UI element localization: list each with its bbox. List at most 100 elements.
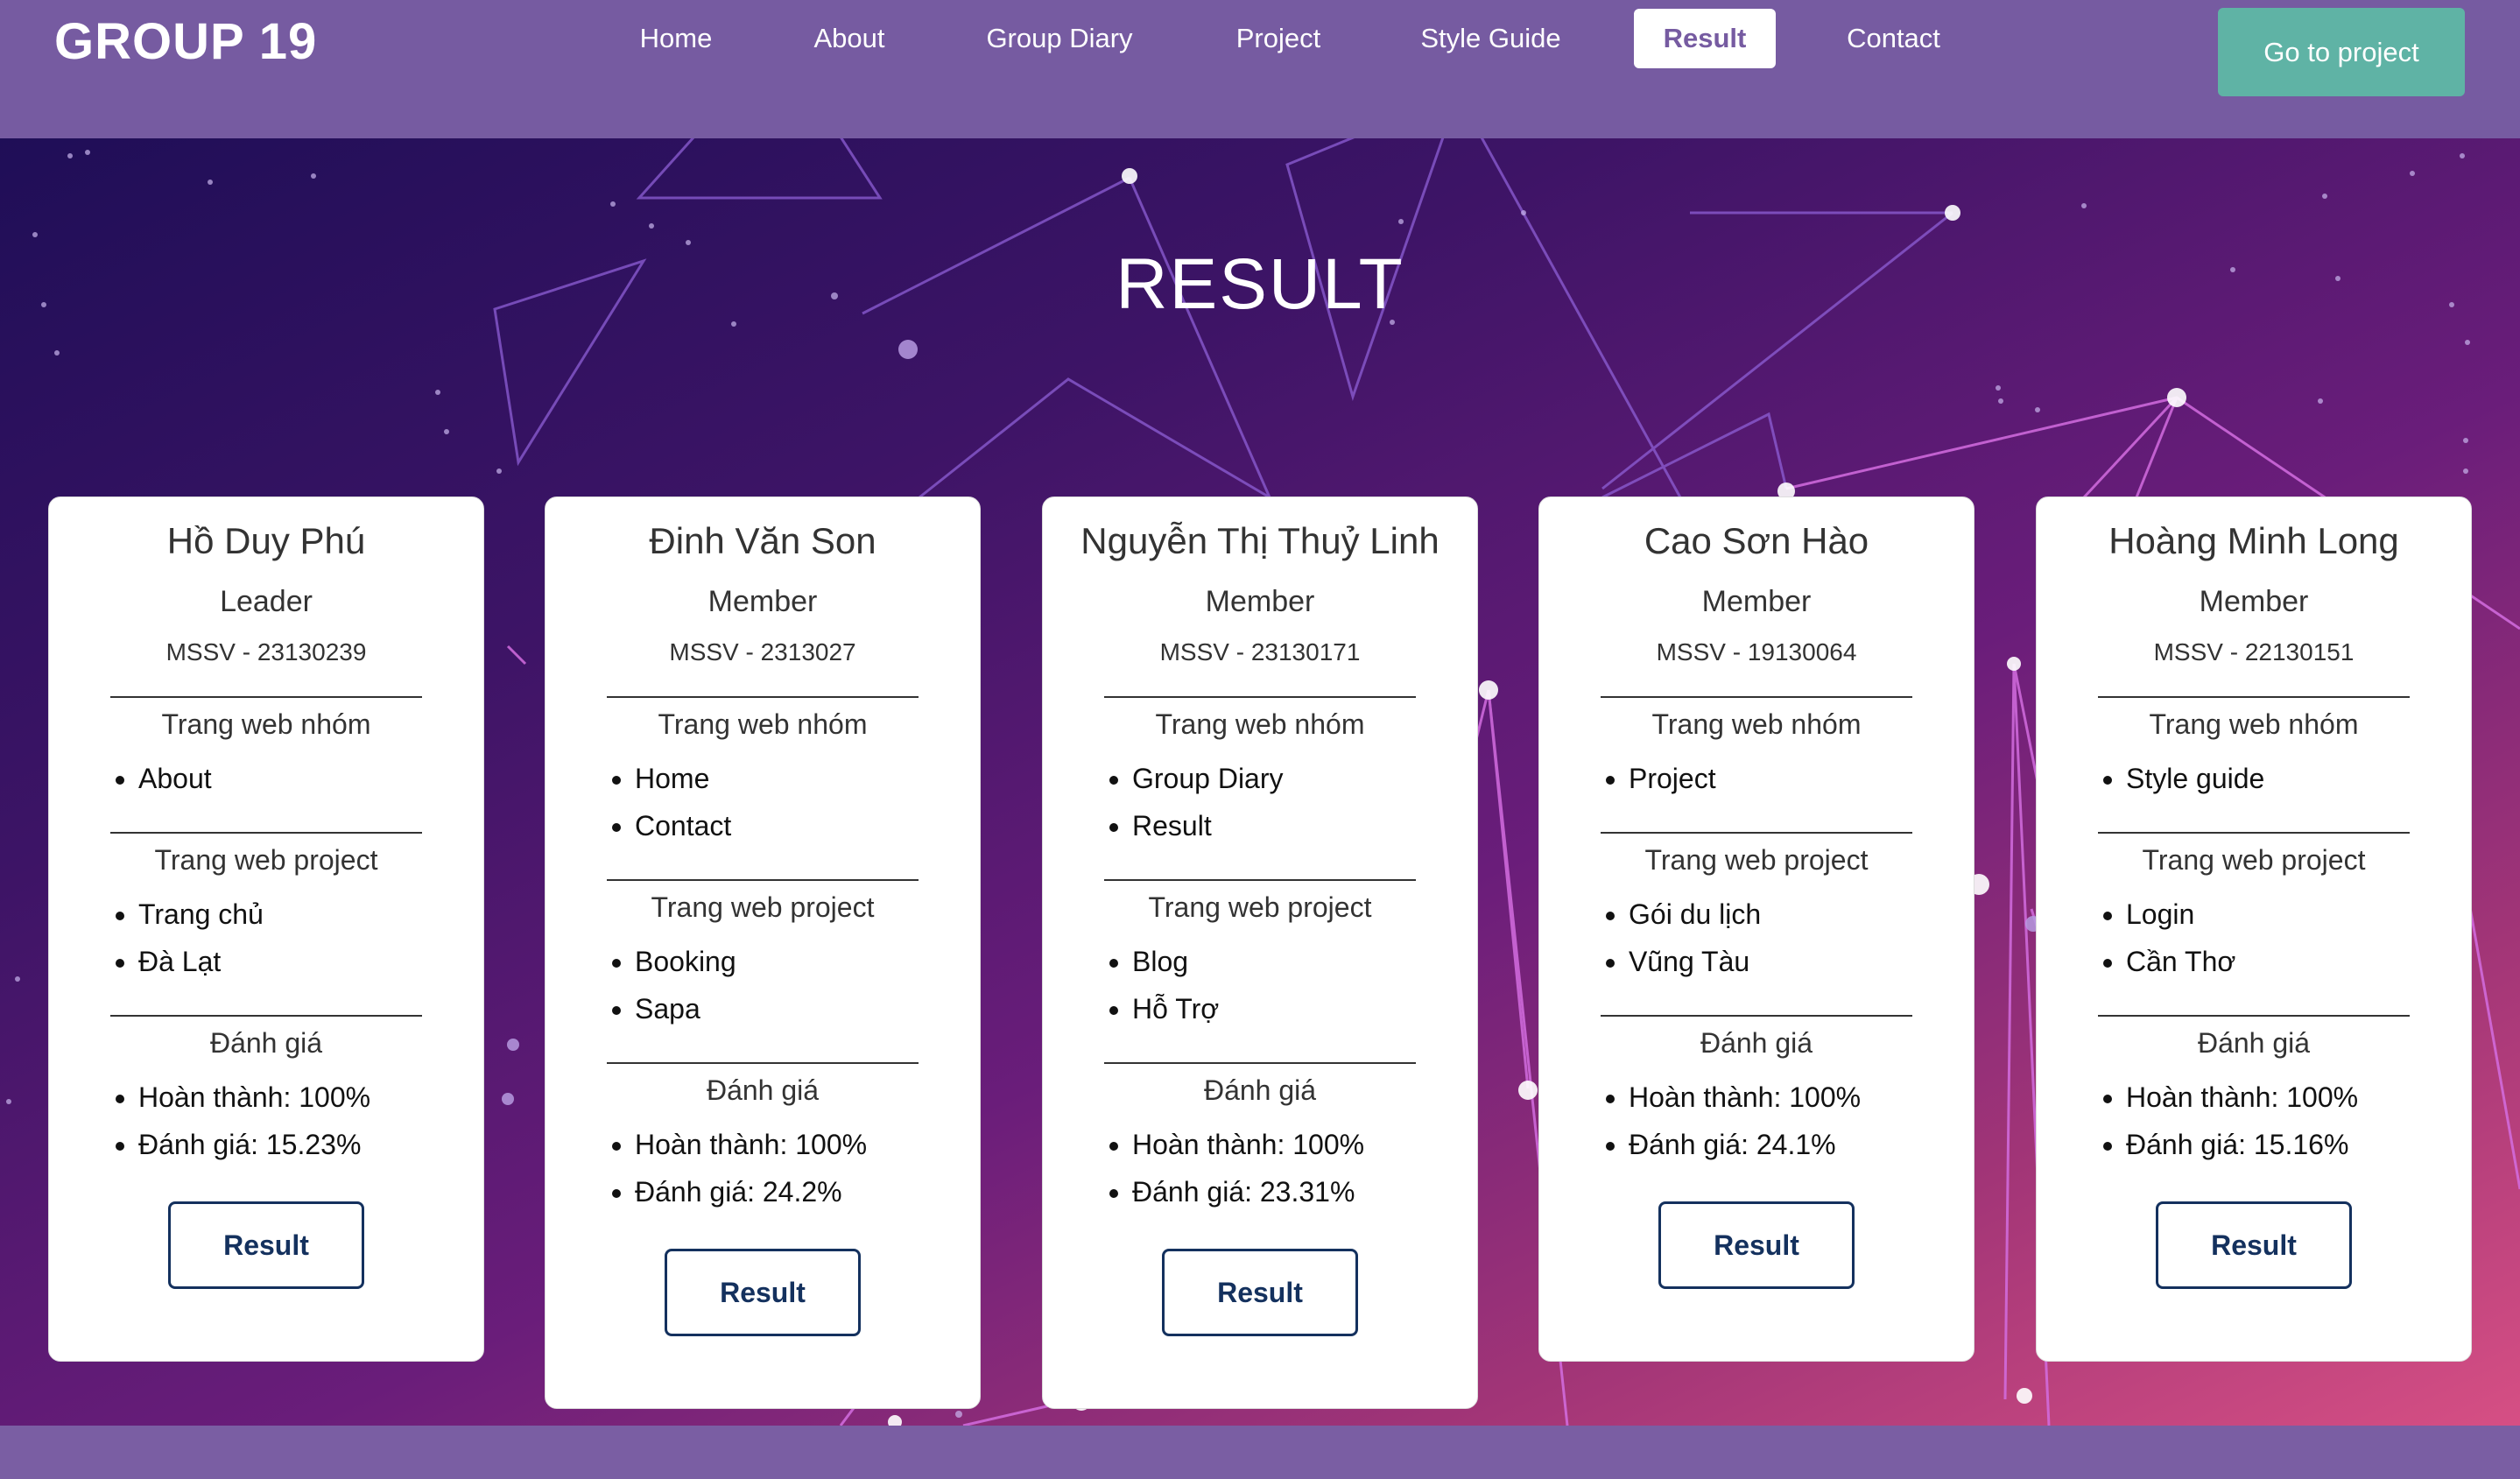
project-pages-list: Trang chủ Đà Lạt: [138, 891, 422, 985]
list-item: Project: [1629, 755, 1912, 802]
member-name: Hoàng Minh Long: [2108, 520, 2399, 561]
member-card: Đinh Văn Son Member MSSV - 2313027 Trang…: [545, 497, 981, 1409]
group-pages-list: Home Contact: [635, 755, 919, 849]
header-bar: GROUP 19 Home About Group Diary Project …: [0, 0, 2520, 138]
button-wrap: Result: [49, 1168, 483, 1361]
result-button[interactable]: Result: [168, 1201, 364, 1289]
divider: [1601, 832, 1912, 834]
list-item: Hoàn thành: 100%: [635, 1121, 919, 1168]
divider: [607, 696, 919, 698]
project-pages-section: Trang web project Booking Sapa: [607, 879, 919, 1032]
go-to-project-button[interactable]: Go to project: [2218, 8, 2465, 96]
group-pages-section: Trang web nhóm Group Diary Result: [1104, 696, 1416, 849]
list-item: Hoàn thành: 100%: [138, 1074, 422, 1121]
list-item: Vũng Tàu: [1629, 938, 1912, 985]
divider: [1104, 696, 1416, 698]
member-mssv: MSSV - 23130171: [1159, 638, 1361, 666]
divider: [1104, 1062, 1416, 1064]
project-pages-section: Trang web project Blog Hỗ Trợ: [1104, 879, 1416, 1032]
evaluation-section: Đánh giá Hoàn thành: 100% Đánh giá: 24.1…: [1601, 1015, 1912, 1168]
list-item: Sapa: [635, 985, 919, 1032]
list-item: Trang chủ: [138, 891, 422, 938]
member-card: Hồ Duy Phú Leader MSSV - 23130239 Trang …: [48, 497, 484, 1362]
list-item: Booking: [635, 938, 919, 985]
group-pages-section: Trang web nhóm Home Contact: [607, 696, 919, 849]
member-role: Member: [1701, 585, 1812, 618]
group-pages-section: Trang web nhóm About: [110, 696, 422, 802]
evaluation-section: Đánh giá Hoàn thành: 100% Đánh giá: 15.1…: [2098, 1015, 2410, 1168]
section-title: Đánh giá: [209, 1027, 323, 1059]
result-button[interactable]: Result: [2156, 1201, 2352, 1289]
project-pages-section: Trang web project Trang chủ Đà Lạt: [110, 832, 422, 985]
nav-project[interactable]: Project: [1217, 9, 1340, 68]
project-pages-list: Gói du lịch Vũng Tàu: [1629, 891, 1912, 985]
nav-group-diary[interactable]: Group Diary: [963, 9, 1156, 68]
divider: [1601, 1015, 1912, 1017]
divider: [2098, 832, 2410, 834]
group-pages-section: Trang web nhóm Project: [1601, 696, 1912, 802]
evaluation-list: Hoàn thành: 100% Đánh giá: 15.23%: [138, 1074, 422, 1168]
divider: [110, 696, 422, 698]
member-role: Member: [2199, 585, 2309, 618]
member-role: Leader: [220, 585, 313, 618]
member-name: Hồ Duy Phú: [166, 520, 366, 561]
evaluation-section: Đánh giá Hoàn thành: 100% Đánh giá: 24.2…: [607, 1062, 919, 1215]
list-item: Login: [2126, 891, 2410, 938]
list-item: About: [138, 755, 422, 802]
page-title: RESULT: [1116, 244, 1404, 324]
list-item: Gói du lịch: [1629, 891, 1912, 938]
divider: [2098, 696, 2410, 698]
nav-home[interactable]: Home: [619, 9, 733, 68]
divider: [110, 832, 422, 834]
nav-about[interactable]: About: [792, 9, 906, 68]
result-button[interactable]: Result: [665, 1249, 861, 1336]
nav-style-guide[interactable]: Style Guide: [1401, 9, 1580, 68]
member-role: Member: [1205, 585, 1315, 618]
project-pages-list: Blog Hỗ Trợ: [1132, 938, 1416, 1032]
list-item: Đánh giá: 24.2%: [635, 1168, 919, 1215]
member-name: Cao Sơn Hào: [1644, 520, 1869, 561]
member-name: Đinh Văn Son: [649, 520, 876, 561]
project-pages-list: Login Cần Thơ: [2126, 891, 2410, 985]
project-pages-section: Trang web project Login Cần Thơ: [2098, 832, 2410, 985]
section-title: Đánh giá: [1203, 1074, 1317, 1106]
list-item: Đánh giá: 23.31%: [1132, 1168, 1416, 1215]
member-card: Hoàng Minh Long Member MSSV - 22130151 T…: [2036, 497, 2472, 1362]
member-name: Nguyễn Thị Thuỷ Linh: [1081, 520, 1439, 561]
list-item: Hoàn thành: 100%: [2126, 1074, 2410, 1121]
list-item: Hoàn thành: 100%: [1629, 1074, 1912, 1121]
result-button[interactable]: Result: [1658, 1201, 1855, 1289]
footer-strip: [0, 1426, 2520, 1479]
group-pages-list: Style guide: [2126, 755, 2410, 802]
list-item: Blog: [1132, 938, 1416, 985]
list-item: Contact: [635, 802, 919, 849]
member-card: Cao Sơn Hào Member MSSV - 19130064 Trang…: [1538, 497, 1974, 1362]
member-role: Member: [707, 585, 818, 618]
list-item: Cần Thơ: [2126, 938, 2410, 985]
divider: [1104, 879, 1416, 881]
section-title: Trang web nhóm: [1155, 708, 1365, 740]
group-pages-list: About: [138, 755, 422, 802]
list-item: Đà Lạt: [138, 938, 422, 985]
member-mssv: MSSV - 2313027: [669, 638, 856, 666]
section-title: Trang web project: [1644, 844, 1869, 876]
result-button[interactable]: Result: [1162, 1249, 1358, 1336]
member-mssv: MSSV - 22130151: [2153, 638, 2355, 666]
list-item: Group Diary: [1132, 755, 1416, 802]
list-item: Style guide: [2126, 755, 2410, 802]
divider: [110, 1015, 422, 1017]
project-pages-section: Trang web project Gói du lịch Vũng Tàu: [1601, 832, 1912, 985]
list-item: Đánh giá: 15.23%: [138, 1121, 422, 1168]
project-pages-list: Booking Sapa: [635, 938, 919, 1032]
section-title: Trang web nhóm: [658, 708, 868, 740]
divider: [2098, 1015, 2410, 1017]
list-item: Hoàn thành: 100%: [1132, 1121, 1416, 1168]
button-wrap: Result: [2037, 1168, 2471, 1361]
section-title: Trang web project: [1148, 891, 1372, 923]
section-title: Trang web nhóm: [161, 708, 371, 740]
section-title: Trang web project: [651, 891, 875, 923]
list-item: Đánh giá: 24.1%: [1629, 1121, 1912, 1168]
button-wrap: Result: [1539, 1168, 1974, 1361]
nav-contact[interactable]: Contact: [1830, 9, 1957, 68]
nav-result[interactable]: Result: [1634, 9, 1776, 68]
